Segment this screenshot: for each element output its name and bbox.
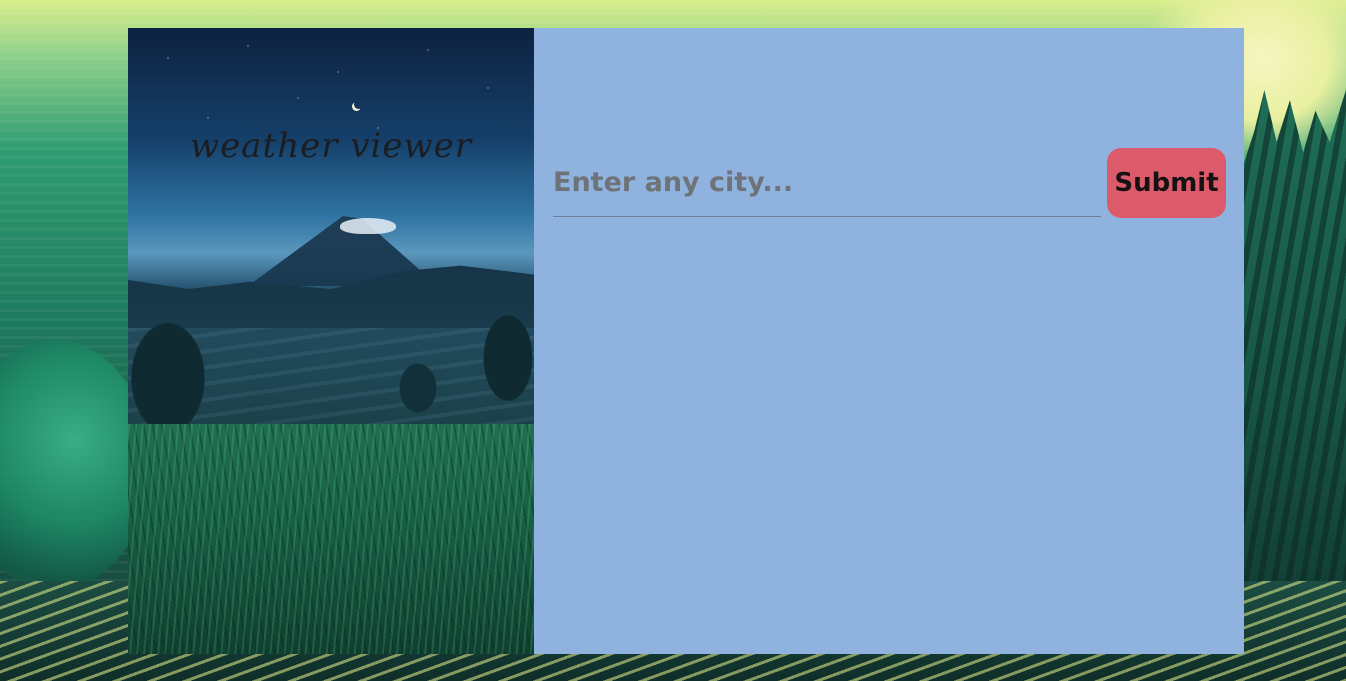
tree-line-image <box>128 268 534 438</box>
app-title: weather viewer <box>190 126 472 166</box>
search-panel: Submit <box>534 28 1244 654</box>
submit-button[interactable]: Submit <box>1107 148 1226 218</box>
grass-image <box>128 424 534 654</box>
weather-card: weather viewer Submit <box>128 28 1244 654</box>
mountain-cloud <box>340 218 396 234</box>
moon-icon <box>354 100 363 109</box>
landscape-photo-panel: weather viewer <box>128 28 534 654</box>
background-trees <box>1244 90 1346 610</box>
city-search-form: Submit <box>553 148 1226 218</box>
city-input[interactable] <box>553 148 1101 217</box>
